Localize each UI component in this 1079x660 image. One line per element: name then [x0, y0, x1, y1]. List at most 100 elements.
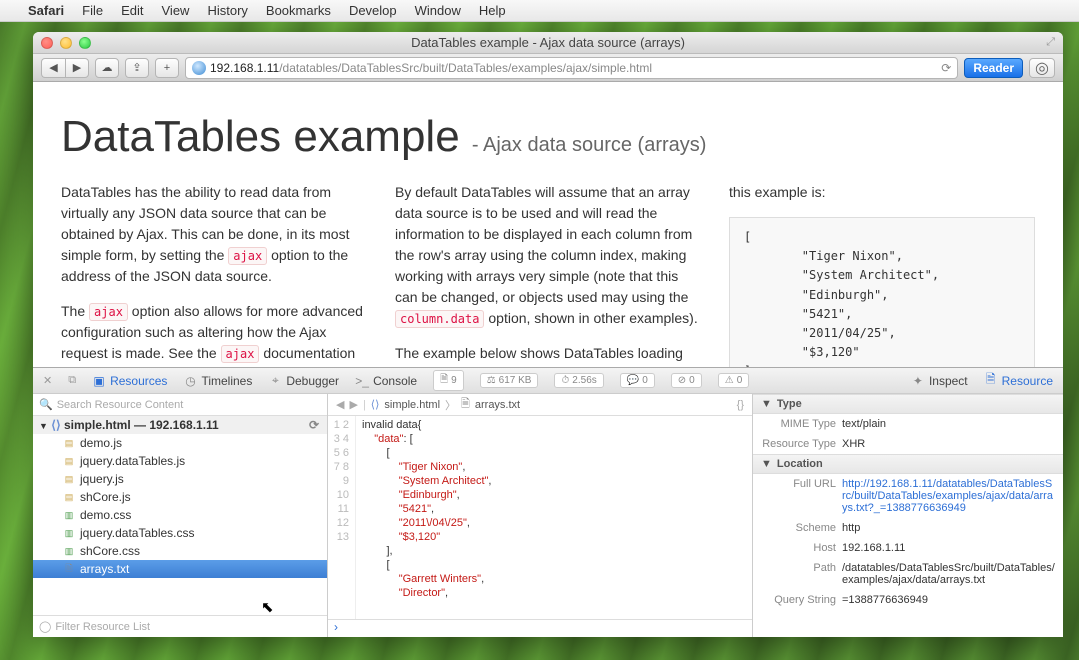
macos-menubar: Safari File Edit View History Bookmarks …	[0, 0, 1079, 22]
scheme-label: Scheme	[761, 522, 836, 534]
resource-tree-root[interactable]: ▼ ⟨⟩ simple.html — 192.168.1.11⟳	[33, 416, 327, 434]
mime-type-label: MIME Type	[761, 418, 836, 430]
warnings-badge: ⚠0	[718, 373, 750, 388]
resource-file-arrays-txt[interactable]: 🗎arrays.txt	[33, 560, 327, 578]
resource-type-value: XHR	[842, 438, 1055, 450]
menubar-help[interactable]: Help	[479, 3, 506, 18]
js-file-icon: ▤	[63, 473, 75, 485]
text-column-2: By default DataTables will assume that a…	[395, 182, 701, 367]
error-icon: ⊘	[678, 375, 686, 386]
menubar-file[interactable]: File	[82, 3, 103, 18]
resource-file-shCore-js[interactable]: ▤shCore.js	[33, 488, 327, 506]
html-file-icon: ⟨⟩	[371, 398, 380, 411]
forward-button[interactable]: ▶	[65, 58, 89, 78]
inspector-gear-button[interactable]: ◎	[1029, 58, 1055, 78]
resource-panel-button[interactable]: 🗎Resource	[984, 374, 1053, 388]
inspect-icon: ✦	[911, 374, 925, 388]
menubar-window[interactable]: Window	[415, 3, 461, 18]
resource-file-jquery-dataTables-css[interactable]: ▥jquery.dataTables.css	[33, 524, 327, 542]
breadcrumb-root[interactable]: simple.html	[384, 399, 440, 411]
resources-icon: ▣	[92, 374, 106, 388]
timelines-tab[interactable]: ◷Timelines	[183, 374, 252, 388]
type-section-header[interactable]: ▼Type	[753, 394, 1063, 414]
window-close-button[interactable]	[41, 37, 53, 49]
full-url-label: Full URL	[761, 478, 836, 514]
web-inspector: ✕ ⧉ ▣Resources ◷Timelines ⌖Debugger >_Co…	[33, 367, 1063, 637]
resource-sidebar: 🔍Search Resource Content ▼ ⟨⟩ simple.htm…	[33, 394, 328, 637]
page-content: DataTables example - Ajax data source (a…	[33, 82, 1063, 367]
timelines-icon: ◷	[183, 374, 197, 388]
ajax-code-inline: ajax	[89, 303, 128, 321]
page-subtitle: - Ajax data source (arrays)	[472, 134, 707, 156]
location-section-header[interactable]: ▼Location	[753, 454, 1063, 474]
menubar-view[interactable]: View	[162, 3, 190, 18]
text-file-icon: 🗎	[461, 395, 470, 414]
breadcrumb-file[interactable]: arrays.txt	[475, 399, 520, 411]
css-file-icon: ▥	[63, 545, 75, 557]
request-count-badge: 🗎9	[433, 370, 464, 391]
clock-icon: ⏱	[561, 375, 569, 386]
add-bookmark-button[interactable]: +	[155, 58, 179, 78]
menubar-history[interactable]: History	[207, 3, 247, 18]
console-tab[interactable]: >_Console	[355, 374, 417, 388]
filter-resource-input[interactable]: ◯Filter Resource List	[33, 615, 327, 637]
window-resize-icon[interactable]: ⤢	[1046, 36, 1055, 49]
resource-file-jquery-dataTables-js[interactable]: ▤jquery.dataTables.js	[33, 452, 327, 470]
nav-back-icon[interactable]: ◀	[336, 398, 344, 411]
warning-icon: ⚠	[725, 375, 734, 386]
debugger-tab[interactable]: ⌖Debugger	[268, 374, 339, 388]
icloud-tabs-button[interactable]: ☁	[95, 58, 119, 78]
reload-icon[interactable]: ⟳	[309, 418, 319, 432]
transfer-size-badge: ⚖617 KB	[480, 373, 539, 388]
braces-icon[interactable]: {}	[737, 399, 744, 411]
share-button[interactable]: ⇪	[125, 58, 149, 78]
source-panel: ◀ ▶ | ⟨⟩ simple.html 〉 🗎 arrays.txt {} 1…	[328, 394, 753, 637]
menubar-edit[interactable]: Edit	[121, 3, 143, 18]
chat-icon: 💬	[627, 375, 639, 386]
inspector-close-icon[interactable]: ✕	[43, 374, 52, 387]
search-resource-input[interactable]: 🔍Search Resource Content	[33, 394, 327, 416]
weight-icon: ⚖	[487, 375, 496, 386]
reload-icon[interactable]: ⟳	[941, 61, 951, 75]
window-zoom-button[interactable]	[79, 37, 91, 49]
resource-file-demo-css[interactable]: ▥demo.css	[33, 506, 327, 524]
resource-type-label: Resource Type	[761, 438, 836, 450]
mouse-cursor-icon: ⬉	[261, 598, 274, 616]
nav-forward-icon[interactable]: ▶	[349, 398, 357, 411]
inspector-dock-icon[interactable]: ⧉	[68, 374, 76, 387]
address-bar[interactable]: 192.168.1.11/datatables/DataTablesSrc/bu…	[185, 57, 958, 79]
inspect-button[interactable]: ✦Inspect	[911, 374, 968, 388]
prompt-icon[interactable]: ›	[328, 619, 752, 637]
host-label: Host	[761, 542, 836, 554]
window-minimize-button[interactable]	[60, 37, 72, 49]
ajax-code-inline: ajax	[228, 247, 267, 265]
js-file-icon: ▤	[63, 455, 75, 467]
errors-badge: ⊘0	[671, 373, 702, 388]
doc-file-icon: 🗎	[63, 563, 75, 575]
site-globe-icon	[192, 61, 206, 75]
code-viewer[interactable]: 1 2 3 4 5 6 7 8 9 10 11 12 13 invalid da…	[328, 416, 752, 619]
window-titlebar[interactable]: DataTables example - Ajax data source (a…	[33, 32, 1063, 54]
document-icon: 🗎	[440, 372, 448, 389]
css-file-icon: ▥	[63, 509, 75, 521]
menubar-bookmarks[interactable]: Bookmarks	[266, 3, 331, 18]
filter-icon: ◯	[39, 620, 51, 633]
logs-badge: 💬0	[620, 373, 655, 388]
resource-icon: 🗎	[984, 374, 998, 388]
disclosure-triangle-icon: ▼	[761, 458, 772, 470]
resource-file-demo-js[interactable]: ▤demo.js	[33, 434, 327, 452]
menubar-app-name[interactable]: Safari	[28, 3, 64, 18]
url-host: 192.168.1.11	[210, 61, 279, 75]
back-button[interactable]: ◀	[41, 58, 65, 78]
path-label: Path	[761, 562, 836, 586]
resource-file-jquery-js[interactable]: ▤jquery.js	[33, 470, 327, 488]
menubar-develop[interactable]: Develop	[349, 3, 397, 18]
js-file-icon: ▤	[63, 437, 75, 449]
full-url-value[interactable]: http://192.168.1.11/datatables/DataTable…	[842, 478, 1055, 514]
host-value: 192.168.1.11	[842, 542, 1055, 554]
resource-file-shCore-css[interactable]: ▥shCore.css	[33, 542, 327, 560]
path-value: /datatables/DataTablesSrc/built/DataTabl…	[842, 562, 1055, 586]
css-file-icon: ▥	[63, 527, 75, 539]
reader-button[interactable]: Reader	[964, 58, 1023, 78]
resources-tab[interactable]: ▣Resources	[92, 374, 167, 388]
